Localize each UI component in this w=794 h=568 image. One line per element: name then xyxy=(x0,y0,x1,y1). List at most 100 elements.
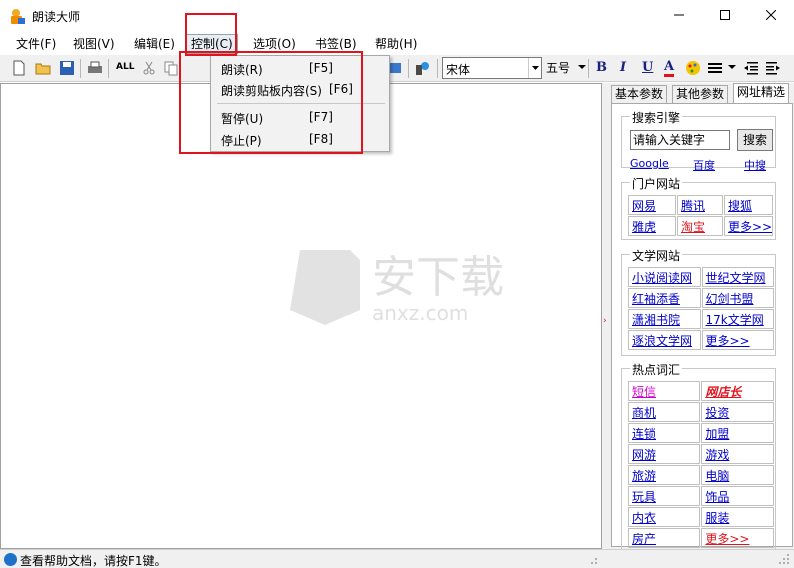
info-icon xyxy=(4,553,17,566)
search-engine-title: 搜索引擎 xyxy=(630,109,683,126)
hot-word-link[interactable]: 服装 xyxy=(701,507,774,527)
hot-word-link[interactable]: 游戏 xyxy=(701,444,774,464)
save-icon[interactable] xyxy=(58,59,76,77)
open-folder-icon[interactable] xyxy=(34,59,52,77)
hot-word-link[interactable]: 连锁 xyxy=(628,423,701,443)
font-size-chevron-icon[interactable] xyxy=(578,65,586,69)
palette-icon[interactable] xyxy=(684,59,702,77)
menu-edit[interactable]: 编辑(E) xyxy=(134,35,175,53)
menu-bookmarks[interactable]: 书签(B) xyxy=(315,35,357,53)
portal-link[interactable]: 搜狐 xyxy=(724,195,774,215)
portal-link[interactable]: 雅虎 xyxy=(628,216,676,236)
hot-words-group: 热点词汇 短信 网店长 商机 投资 连锁 加盟 网游 游戏 旅游 电脑 玩具 饰… xyxy=(621,361,776,558)
hot-word-link[interactable]: 房产 xyxy=(628,528,701,548)
minimize-button[interactable] xyxy=(656,0,702,30)
portal-more-link[interactable]: 更多>> xyxy=(724,216,774,236)
watermark-sub: anxz.com xyxy=(372,301,468,325)
engine-baidu-link[interactable]: 百度 xyxy=(693,157,715,173)
hot-word-link[interactable]: 商机 xyxy=(628,402,701,422)
literature-link[interactable]: 逐浪文学网 xyxy=(628,330,701,350)
watermark-text: 安下载 xyxy=(372,252,504,303)
portal-title: 门户网站 xyxy=(630,175,683,192)
search-input[interactable]: 请输入关键字 xyxy=(630,130,730,150)
watermark: 安下载 anxz.com xyxy=(290,240,510,333)
portal-link[interactable]: 网易 xyxy=(628,195,676,215)
literature-link[interactable]: 红袖添香 xyxy=(628,288,701,308)
text-color-button[interactable]: A xyxy=(664,60,675,77)
menu-help[interactable]: 帮助(H) xyxy=(375,35,417,53)
search-button[interactable]: 搜索 xyxy=(737,129,773,151)
hot-word-link[interactable]: 投资 xyxy=(701,402,774,422)
title-bar: 朗读大师 xyxy=(0,0,794,32)
hot-word-link[interactable]: 电脑 xyxy=(701,465,774,485)
chevron-down-icon xyxy=(528,58,541,78)
grip-icon xyxy=(591,558,597,564)
outdent-icon[interactable] xyxy=(742,59,760,77)
voice-person-icon[interactable] xyxy=(414,59,432,77)
cut-icon[interactable] xyxy=(140,59,158,77)
hot-words-title: 热点词汇 xyxy=(630,361,683,378)
hot-word-link[interactable]: 加盟 xyxy=(701,423,774,443)
print-icon[interactable] xyxy=(86,59,104,77)
copy-icon[interactable] xyxy=(162,59,180,77)
tab-basic-params[interactable]: 基本参数 xyxy=(611,85,668,103)
tab-other-params[interactable]: 其他参数 xyxy=(672,85,729,103)
literature-link[interactable]: 小说阅读网 xyxy=(628,267,701,287)
font-size-select[interactable]: 五号 xyxy=(546,59,570,76)
menu-item-read-clipboard[interactable]: 朗读剪贴板内容(S) xyxy=(221,82,322,99)
bold-button[interactable]: B xyxy=(596,60,607,75)
menu-item-stop[interactable]: 停止(P) xyxy=(221,132,262,149)
hot-word-link[interactable]: 旅游 xyxy=(628,465,701,485)
resize-grip-icon[interactable] xyxy=(778,553,790,565)
literature-link[interactable]: 潇湘书院 xyxy=(628,309,701,329)
close-icon xyxy=(766,10,776,20)
menu-item-read[interactable]: 朗读(R) xyxy=(221,61,263,78)
toolbar: ALL 宋体 五号 B I U A xyxy=(0,55,794,82)
search-engine-group: 搜索引擎 请输入关键字 搜索 Google 百度 中搜 xyxy=(621,109,776,172)
shortcut-f5: [F5] xyxy=(309,61,333,75)
line-style-icon[interactable] xyxy=(706,59,724,77)
shortcut-f6: [F6] xyxy=(329,82,353,96)
maximize-icon xyxy=(720,10,730,20)
hot-word-link[interactable]: 内衣 xyxy=(628,507,701,527)
engine-zhongsou-link[interactable]: 中搜 xyxy=(744,157,766,173)
hot-word-link[interactable]: 网游 xyxy=(628,444,701,464)
engine-google-link[interactable]: Google xyxy=(630,157,669,170)
menu-options[interactable]: 选项(O) xyxy=(253,35,296,53)
portal-link[interactable]: 淘宝 xyxy=(677,216,723,236)
literature-links: 小说阅读网 世纪文学网 红袖添香 幻剑书盟 潇湘书院 17k文学网 逐浪文学网 … xyxy=(627,266,775,351)
underline-button[interactable]: U xyxy=(642,60,653,75)
hot-words-more-link[interactable]: 更多>> xyxy=(701,528,774,548)
literature-title: 文学网站 xyxy=(630,247,683,264)
status-bar: 查看帮助文档，请按F1键。 xyxy=(0,549,794,568)
maximize-button[interactable] xyxy=(702,0,748,30)
indent-icon[interactable] xyxy=(764,59,782,77)
portal-link[interactable]: 腾讯 xyxy=(677,195,723,215)
literature-more-link[interactable]: 更多>> xyxy=(701,330,774,350)
literature-link[interactable]: 世纪文学网 xyxy=(701,267,774,287)
menu-separator xyxy=(217,103,385,104)
collapse-arrow-icon[interactable]: › xyxy=(603,316,607,326)
hot-word-link[interactable]: 短信 xyxy=(628,381,701,401)
hot-word-link[interactable]: 饰品 xyxy=(701,486,774,506)
new-file-icon[interactable] xyxy=(10,59,28,77)
portal-group: 门户网站 网易 腾讯 搜狐 雅虎 淘宝 更多>> xyxy=(621,175,776,240)
literature-link[interactable]: 幻剑书盟 xyxy=(701,288,774,308)
watermark-shield-icon: 安下载 anxz.com xyxy=(290,250,504,325)
literature-link[interactable]: 17k文学网 xyxy=(701,309,774,329)
menu-file[interactable]: 文件(F) xyxy=(16,35,56,53)
font-family-value: 宋体 xyxy=(446,63,471,77)
line-style-chevron-icon[interactable] xyxy=(728,65,736,69)
menu-view[interactable]: 视图(V) xyxy=(73,35,115,53)
websites-pane: 搜索引擎 请输入关键字 搜索 Google 百度 中搜 门户网站 网易 腾讯 搜… xyxy=(611,103,793,558)
select-all-button[interactable]: ALL xyxy=(116,62,134,80)
minimize-icon xyxy=(674,14,684,16)
tab-websites[interactable]: 网址精选 xyxy=(733,83,790,104)
menu-control[interactable]: 控制(C) xyxy=(186,34,238,54)
font-family-select[interactable]: 宋体 xyxy=(442,57,542,79)
italic-button[interactable]: I xyxy=(620,60,626,75)
close-button[interactable] xyxy=(748,0,794,30)
hot-word-link[interactable]: 玩具 xyxy=(628,486,701,506)
hot-word-link[interactable]: 网店长 xyxy=(701,381,774,401)
menu-item-pause[interactable]: 暂停(U) xyxy=(221,110,263,127)
